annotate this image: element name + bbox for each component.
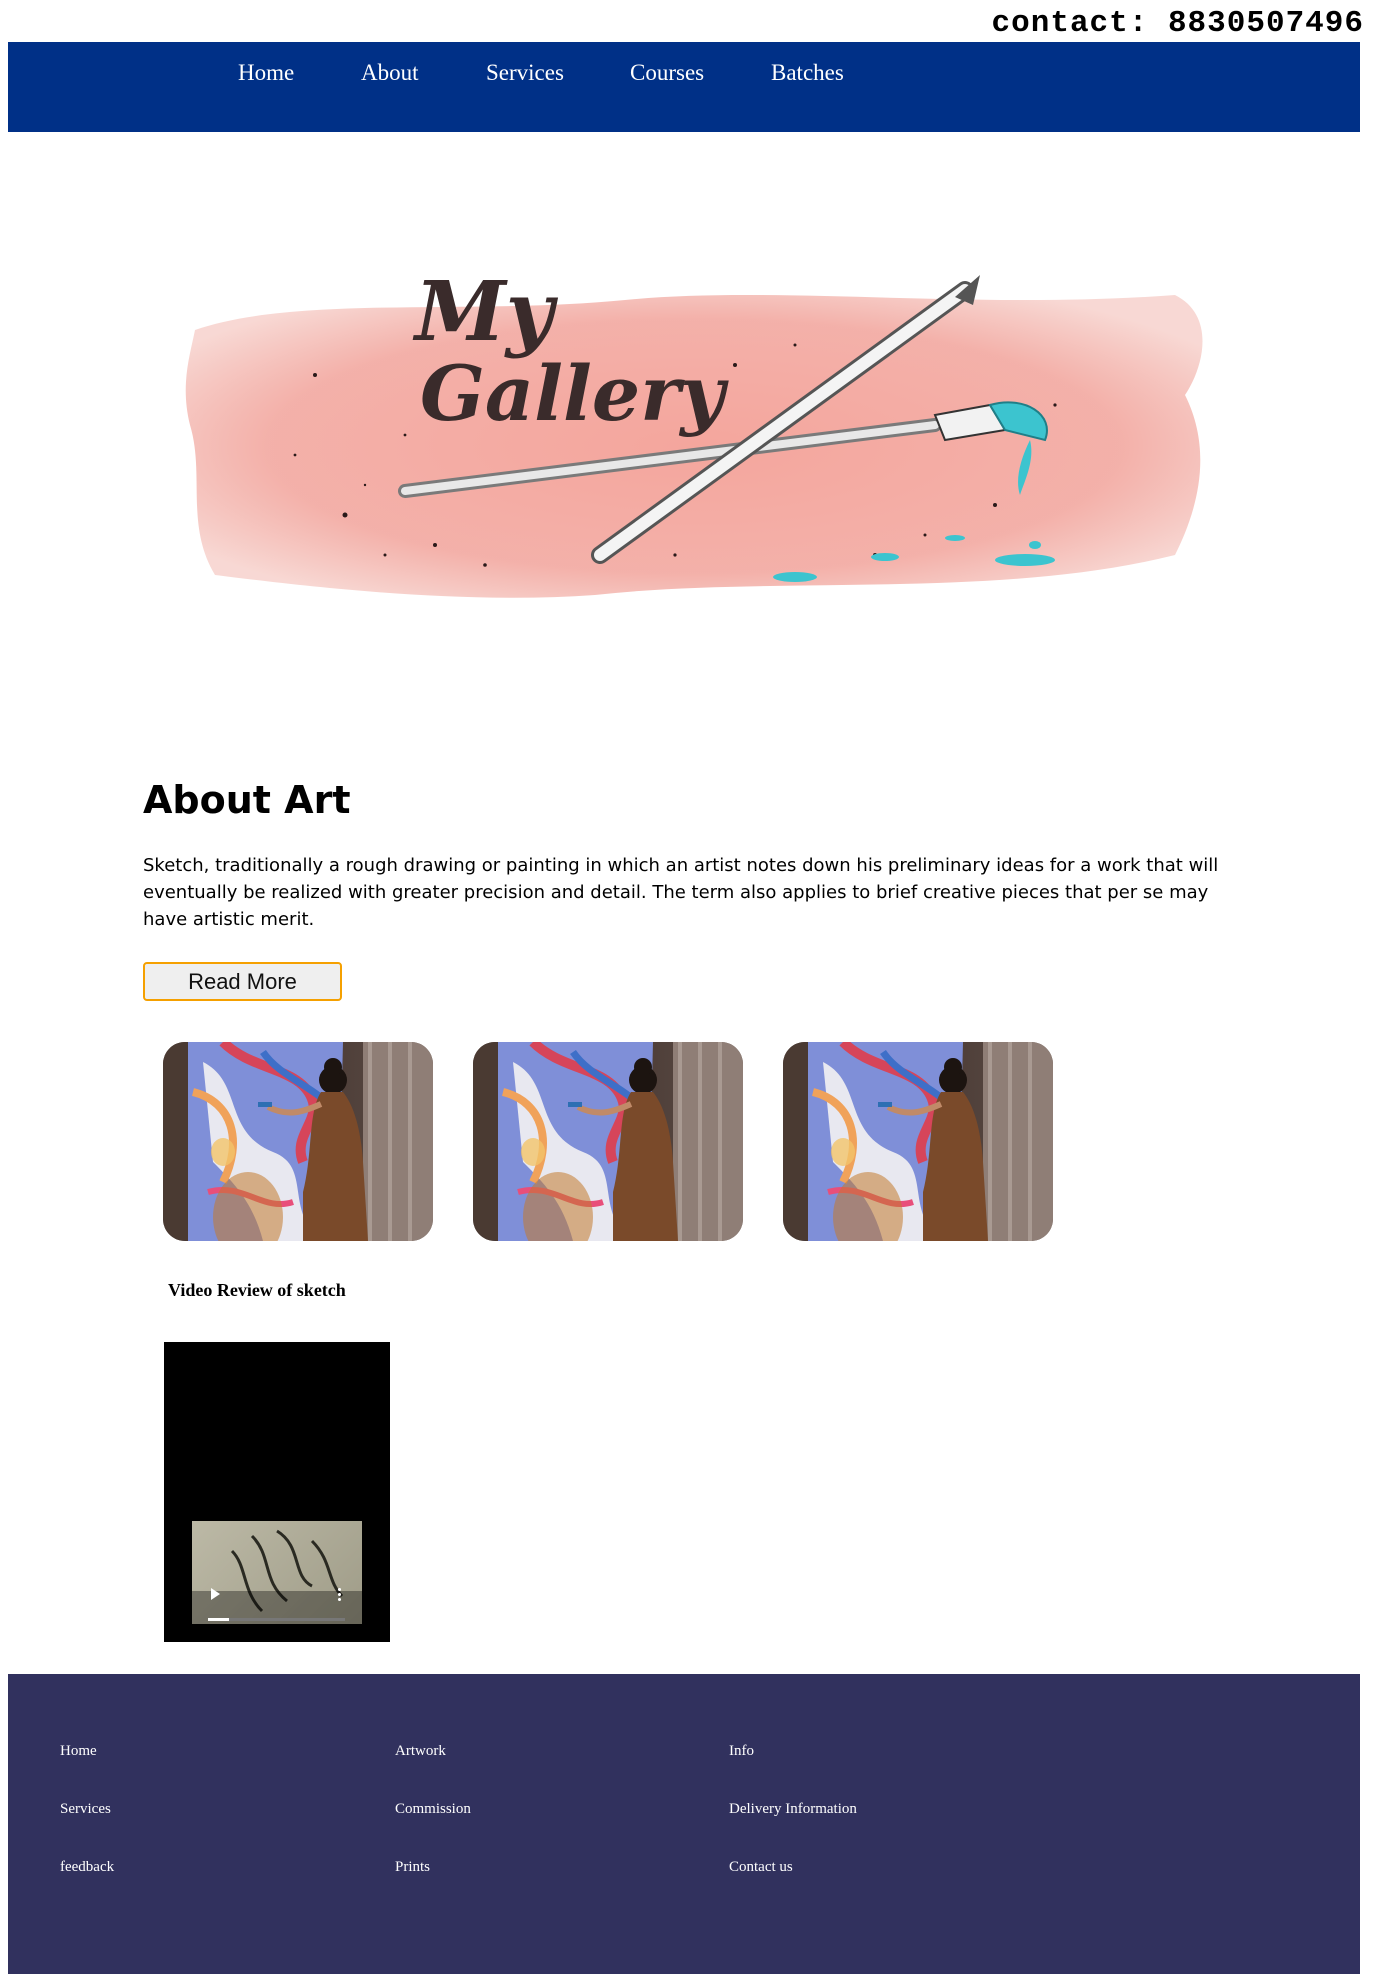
footer-column: Home Services feedback [60,1742,114,1916]
more-options-icon[interactable] [338,1587,341,1601]
logo-text-gallery: Gallery [420,349,729,438]
gallery-logo-banner: My Gallery [175,255,1230,630]
footer-link-delivery-information[interactable]: Delivery Information [729,1800,857,1858]
footer-link-feedback[interactable]: feedback [60,1858,114,1916]
play-icon[interactable] [211,1588,220,1600]
logo-text-my: My [412,264,559,360]
about-title: About Art [143,778,351,822]
site-footer: Home Services feedback Artwork Commissio… [8,1674,1360,1974]
footer-column: Info Delivery Information Contact us [729,1742,857,1916]
contact-number: contact: 8830507496 [991,6,1364,41]
footer-column: Artwork Commission Prints [395,1742,471,1916]
footer-link-services[interactable]: Services [60,1800,114,1858]
video-player[interactable] [164,1342,390,1642]
nav-services[interactable]: Services [486,60,564,86]
nav-batches[interactable]: Batches [771,60,844,86]
footer-link-home[interactable]: Home [60,1742,114,1800]
footer-link-contact-us[interactable]: Contact us [729,1858,857,1916]
footer-link-info[interactable]: Info [729,1742,857,1800]
gallery-image-card[interactable] [163,1042,433,1241]
read-more-button[interactable]: Read More [143,962,342,1001]
main-nav: Home About Services Courses Batches [8,42,1360,132]
footer-link-commission[interactable]: Commission [395,1800,471,1858]
nav-about[interactable]: About [361,60,419,86]
video-progress-bar[interactable] [208,1618,345,1621]
video-section-title: Video Review of sketch [168,1280,346,1300]
gallery-painting-image [473,1042,743,1241]
gallery-painting-image [163,1042,433,1241]
gallery-image-card[interactable] [783,1042,1053,1241]
video-thumbnail [192,1521,362,1624]
gallery-logo-image: My Gallery [185,264,1203,598]
gallery-image-card[interactable] [473,1042,743,1241]
gallery-painting-image [783,1042,1053,1241]
nav-courses[interactable]: Courses [630,60,704,86]
nav-home[interactable]: Home [238,60,294,86]
footer-link-prints[interactable]: Prints [395,1858,471,1916]
video-progress-fill [208,1618,229,1621]
footer-link-artwork[interactable]: Artwork [395,1742,471,1800]
about-description: Sketch, traditionally a rough drawing or… [143,855,1219,930]
